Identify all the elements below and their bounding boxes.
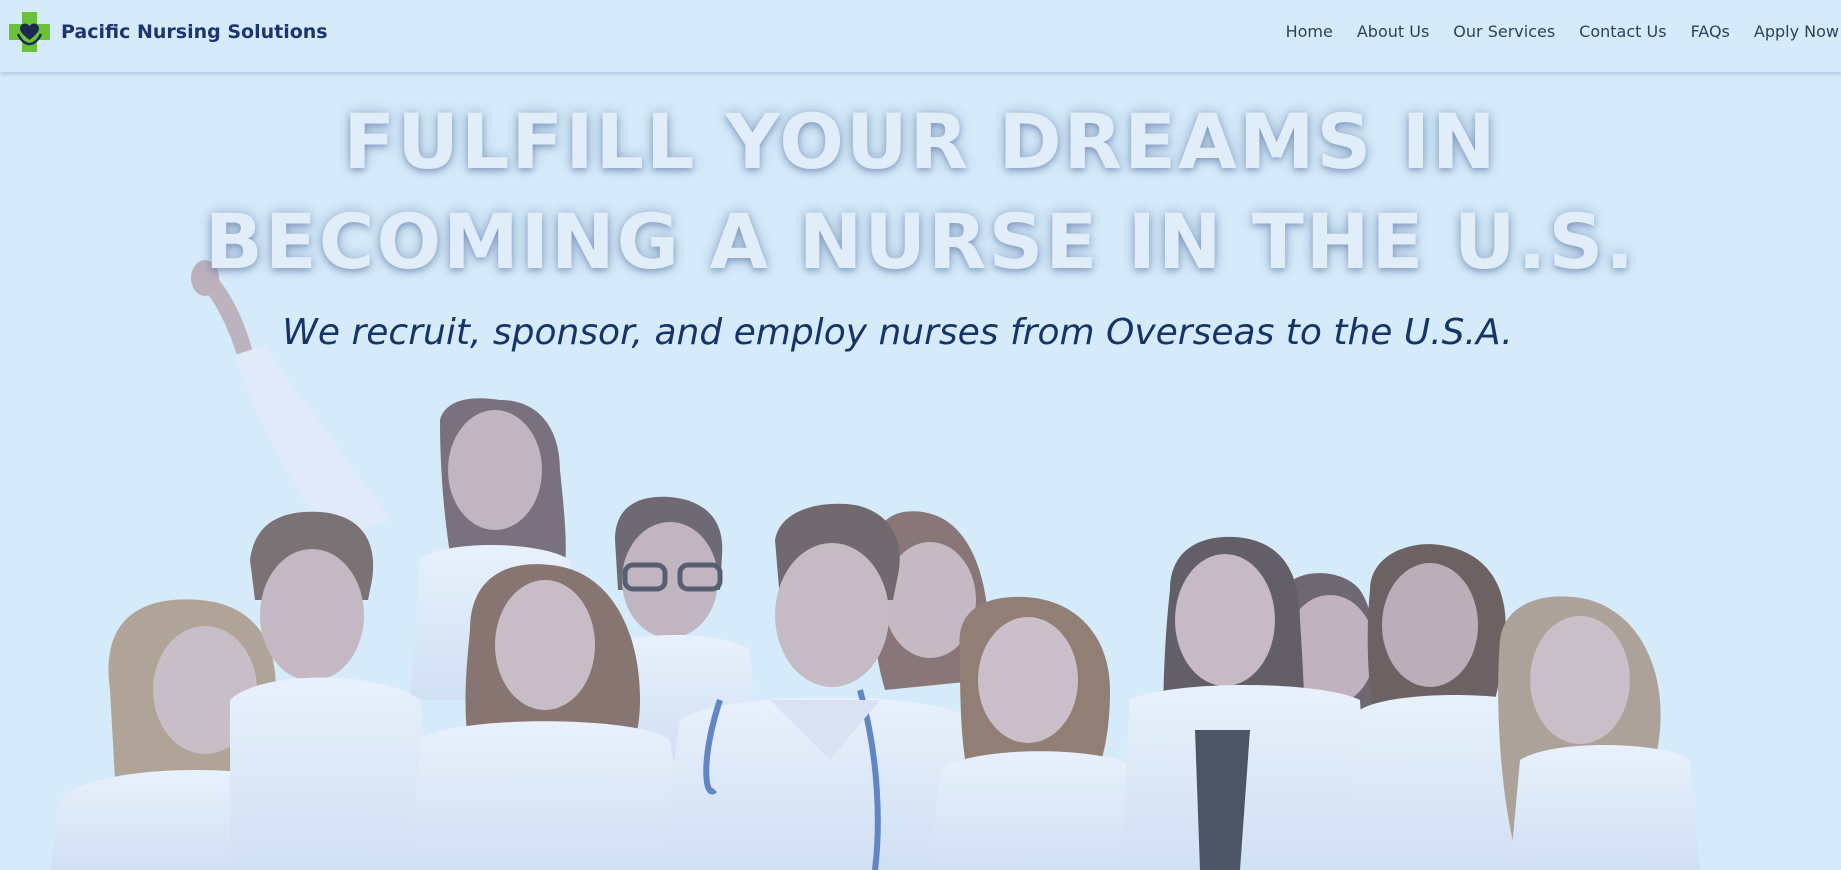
hero-headline-line-2: BECOMING A NURSE IN THE U.S. xyxy=(204,197,1637,286)
hero-headline-line-1: FULFILL YOUR DREAMS IN xyxy=(343,97,1498,186)
logo-link[interactable]: Pacific Nursing Solutions xyxy=(7,10,328,54)
nav-apply-now[interactable]: Apply Now xyxy=(1754,21,1839,43)
nav-our-services[interactable]: Our Services xyxy=(1453,21,1555,43)
nav-about-us[interactable]: About Us xyxy=(1357,21,1429,43)
page: Pacific Nursing Solutions Home About Us … xyxy=(0,0,1841,870)
nav-faqs[interactable]: FAQs xyxy=(1691,21,1730,43)
site-header: Pacific Nursing Solutions Home About Us … xyxy=(0,0,1841,72)
nav-contact-us[interactable]: Contact Us xyxy=(1579,21,1666,43)
hero-headline: FULFILL YOUR DREAMS IN BECOMING A NURSE … xyxy=(0,92,1841,292)
medical-cross-heart-icon xyxy=(9,12,50,52)
nav-home[interactable]: Home xyxy=(1286,21,1333,43)
main-nav: Home About Us Our Services Contact Us FA… xyxy=(1262,21,1839,43)
hero-tagline: We recruit, sponsor, and employ nurses f… xyxy=(282,312,1513,353)
brand-name: Pacific Nursing Solutions xyxy=(61,21,328,43)
